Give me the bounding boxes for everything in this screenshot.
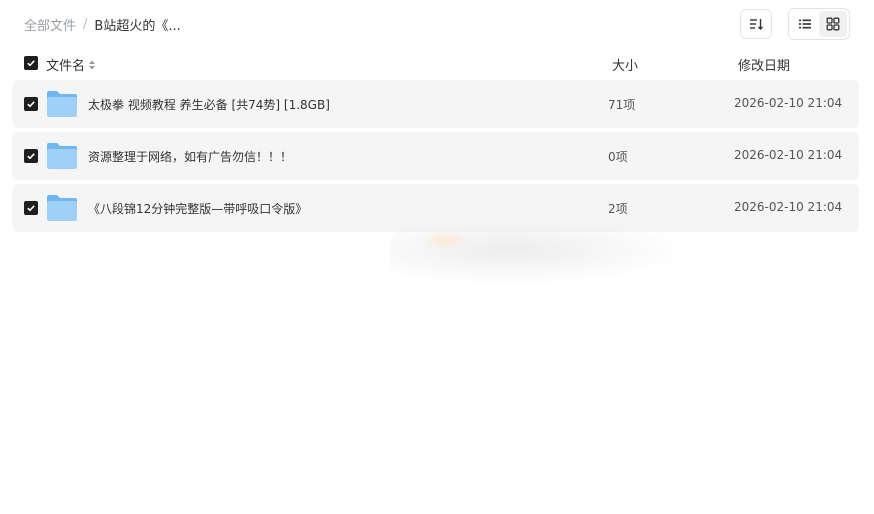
table-row[interactable]: 太极拳 视频教程 养生必备 [共74势] [1.8GB] 71项 2026-02… [12,80,859,128]
folder-icon [47,143,77,169]
column-header-name-label: 文件名 [46,59,86,74]
check-icon [27,101,35,108]
sort-arrows-icon [89,60,96,69]
check-icon [27,205,35,212]
breadcrumb-current: B站超火的《... [94,19,181,34]
check-icon [27,153,35,160]
check-icon [27,60,35,67]
file-name[interactable]: 资源整理于网络，如有广告勿信！！！ [88,148,292,165]
row-checkbox[interactable] [24,201,38,215]
top-bar: 全部文件 / B站超火的《... [0,0,874,48]
table-row[interactable]: 《八段锦12分钟完整版—带呼吸口令版》 2项 2026-02-10 21:04 [12,184,859,232]
file-size: 0项 [608,150,628,164]
file-size: 71项 [608,98,636,112]
select-all-checkbox[interactable] [24,56,38,70]
column-header-name[interactable]: 文件名 [46,55,96,74]
file-date: 2026-02-10 21:04 [734,200,843,214]
row-checkbox[interactable] [24,149,38,163]
file-name[interactable]: 《八段锦12分钟完整版—带呼吸口令版》 [88,200,307,217]
folder-icon [47,195,77,221]
file-name[interactable]: 太极拳 视频教程 养生必备 [共74势] [1.8GB] [88,96,330,113]
folder-icon [47,91,77,117]
sort-icon [750,19,763,30]
breadcrumb-root-link[interactable]: 全部文件 [24,15,76,34]
row-checkbox[interactable] [24,97,38,111]
sort-button[interactable] [740,9,772,39]
grid-view-button[interactable] [819,11,847,37]
blurred-overlay-accent [420,230,470,250]
grid-view-icon [826,17,840,31]
view-toggle [788,8,850,40]
file-date: 2026-02-10 21:04 [734,148,843,162]
list-view-icon [799,19,811,29]
list-view-button[interactable] [791,11,819,37]
column-header-date[interactable]: 修改日期 [738,55,790,74]
breadcrumb: 全部文件 / B站超火的《... [24,15,181,34]
column-header-size[interactable]: 大小 [612,55,638,74]
breadcrumb-separator: / [83,17,88,32]
table-row[interactable]: 资源整理于网络，如有广告勿信！！！ 0项 2026-02-10 21:04 [12,132,859,180]
table-header: 文件名 大小 修改日期 [12,52,859,76]
file-size: 2项 [608,202,628,216]
file-date: 2026-02-10 21:04 [734,96,843,110]
